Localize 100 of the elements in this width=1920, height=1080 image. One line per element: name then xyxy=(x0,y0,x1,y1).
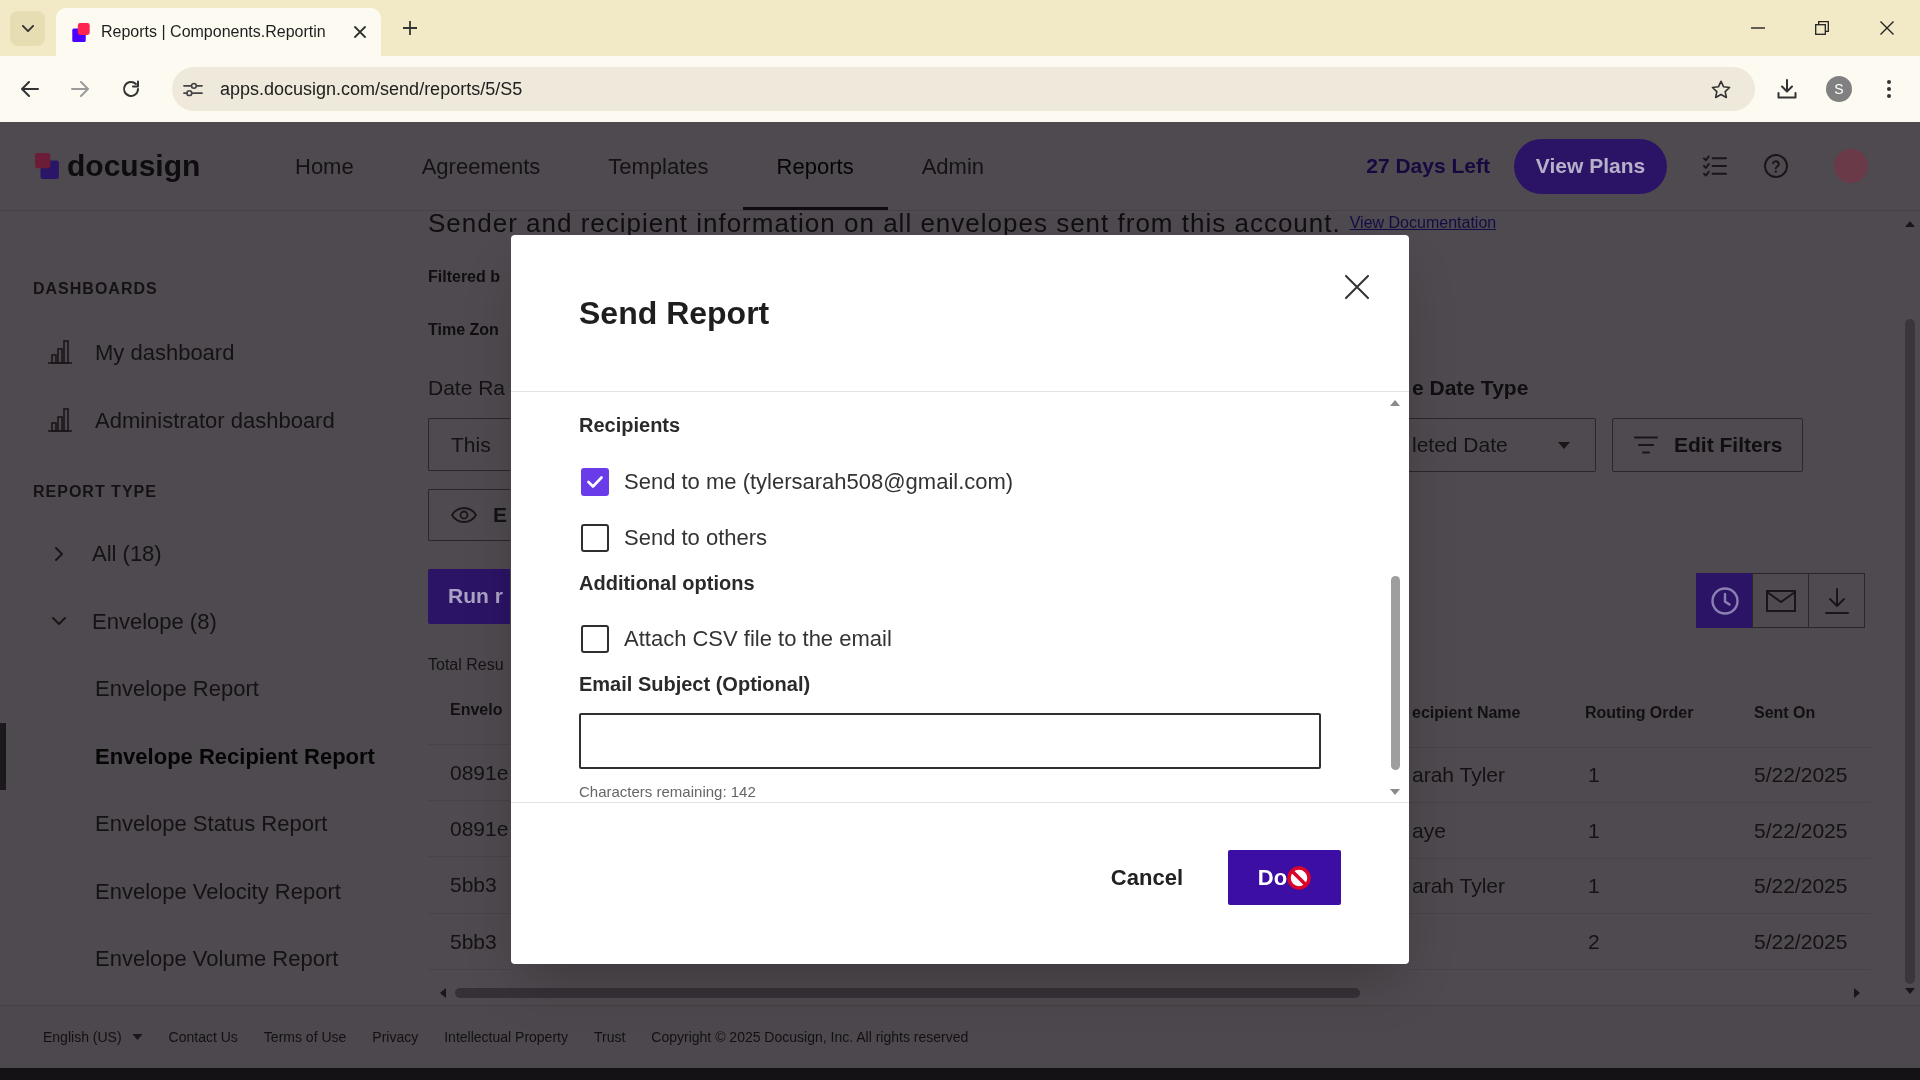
run-report-button[interactable]: Run r xyxy=(428,568,510,624)
table-cell-text: 1 xyxy=(1588,762,1600,789)
table-cell: 5bb3 xyxy=(428,913,510,970)
nav-tab[interactable]: Admin xyxy=(887,122,1018,210)
sidebar-item[interactable]: Envelope (8) xyxy=(0,587,395,655)
section-heading: Additional options xyxy=(579,571,755,595)
table-cell-text: 5/22/2025 xyxy=(1754,817,1848,844)
sidebar-item[interactable]: Envelope Volume Report xyxy=(0,925,395,993)
tune-icon[interactable] xyxy=(183,81,203,97)
edit-filters-button[interactable]: Edit Filters xyxy=(1612,418,1803,472)
table-cell: 0891e xyxy=(428,801,510,858)
footer-link[interactable]: Intellectual Property xyxy=(444,1026,568,1048)
sidebar-item[interactable]: My dashboard xyxy=(0,318,395,386)
chevron-right-icon xyxy=(55,546,63,561)
date-type-label: e Date Type xyxy=(1411,376,1529,400)
total-results-text: Total Resu xyxy=(428,654,504,675)
scroll-up-icon[interactable] xyxy=(1390,400,1400,406)
table-cell-text: 2 xyxy=(1588,928,1600,955)
close-icon[interactable] xyxy=(354,26,366,38)
not-allowed-cursor-icon xyxy=(1287,865,1312,890)
close-icon[interactable] xyxy=(1880,21,1894,35)
more-options-icon[interactable] xyxy=(1887,80,1891,98)
checkbox[interactable] xyxy=(581,468,609,496)
tab-search-button[interactable] xyxy=(10,10,45,46)
sidebar-item[interactable]: Envelope Report xyxy=(0,655,395,723)
trial-days-left: 27 Days Left xyxy=(1366,153,1490,180)
close-icon[interactable] xyxy=(1345,275,1369,299)
address-bar[interactable]: apps.docusign.com/send/reports/5/S5 xyxy=(172,67,1755,111)
filter-label: Filtered b xyxy=(428,267,500,287)
nav-tab[interactable]: Reports xyxy=(742,122,888,210)
scroll-down-icon[interactable] xyxy=(1390,789,1400,795)
table-cell: 0891e xyxy=(428,745,510,802)
table-cell-text: arah Tyler xyxy=(1412,762,1505,789)
sidebar-item[interactable]: All (18) xyxy=(0,520,395,588)
nav-tab[interactable]: Templates xyxy=(574,122,743,210)
scrollbar-thumb[interactable] xyxy=(455,988,1360,998)
cancel-button[interactable]: Cancel xyxy=(1110,850,1183,905)
bar-chart-icon xyxy=(48,340,72,364)
copyright-text: Copyright © 2025 Docusign, Inc. All rights reserved xyxy=(651,1027,969,1047)
browser-tab[interactable]: Reports | Components.Reportin xyxy=(56,8,381,56)
date-range-field[interactable]: This xyxy=(428,418,510,471)
sidebar-item[interactable]: Envelope Recipient Report xyxy=(0,722,395,790)
download-icon[interactable] xyxy=(1777,79,1797,99)
checklist-icon[interactable] xyxy=(1703,155,1727,177)
checkbox-label[interactable]: Attach CSV file to the email xyxy=(624,625,892,653)
table-cell-text: aye xyxy=(1412,817,1446,844)
envelope-icon xyxy=(1765,589,1796,612)
email-subject-field[interactable] xyxy=(579,713,1321,769)
table-cell-text: 5/22/2025 xyxy=(1754,873,1848,900)
sidebar-heading: REPORT TYPE xyxy=(33,482,157,502)
bar-chart-icon xyxy=(48,408,72,432)
view-plans-button[interactable]: View Plans xyxy=(1514,138,1667,194)
clock-icon xyxy=(1710,586,1739,615)
star-icon[interactable] xyxy=(1711,79,1731,99)
nav-tab[interactable]: Agreements xyxy=(387,122,575,210)
character-counter: Characters remaining: 142 xyxy=(579,783,756,801)
column-header: ecipient Name xyxy=(1412,703,1521,724)
time-zone-label: Time Zon xyxy=(428,320,499,340)
sidebar-item[interactable]: Envelope Velocity Report xyxy=(0,857,395,925)
schedule-button[interactable] xyxy=(1696,573,1753,628)
checkbox-label[interactable]: Send to others xyxy=(624,524,768,552)
checkbox[interactable] xyxy=(581,625,609,653)
nav-tab[interactable]: Home xyxy=(261,122,388,210)
plus-icon[interactable] xyxy=(403,21,417,35)
scrollbar-thumb[interactable] xyxy=(1390,576,1400,770)
eye-icon xyxy=(451,506,477,523)
profile-avatar[interactable]: S xyxy=(1826,76,1852,102)
sidebar-heading: DASHBOARDS xyxy=(33,279,158,299)
column-header: Envelo xyxy=(428,676,510,745)
table-cell-text: 5/22/2025 xyxy=(1754,928,1848,955)
table-cell-text: arah Tyler xyxy=(1412,873,1505,900)
date-range-label: Date Ra xyxy=(428,376,506,400)
view-button[interactable]: E xyxy=(428,488,510,541)
checkmark-icon xyxy=(587,476,603,488)
footer-link[interactable]: Trust xyxy=(593,1026,626,1048)
footer-link[interactable]: Privacy xyxy=(372,1026,419,1048)
done-button[interactable]: Do xyxy=(1228,850,1341,905)
logo-icon xyxy=(35,153,59,179)
download-icon xyxy=(1824,587,1849,614)
table-cell-text: 1 xyxy=(1588,873,1600,900)
forward-arrow-icon[interactable] xyxy=(71,81,89,97)
caret-down-icon xyxy=(1558,441,1570,449)
footer-link[interactable]: Terms of Use xyxy=(263,1026,347,1048)
report-description: Sender and recipient information on all envelopes sent from this account. xyxy=(428,211,1341,235)
field-label: Email Subject (Optional) xyxy=(579,672,811,696)
checkbox[interactable] xyxy=(581,524,609,552)
dialog-title: Send Report xyxy=(579,294,770,332)
view-documentation-link[interactable]: View Documentation xyxy=(1349,213,1497,233)
restore-icon[interactable] xyxy=(1815,21,1829,35)
section-heading: Recipients xyxy=(579,413,681,437)
sidebar-item[interactable]: Administrator dashboard xyxy=(0,386,395,454)
sidebar-item[interactable]: Envelope Status Report xyxy=(0,790,395,858)
back-arrow-icon[interactable] xyxy=(21,81,39,97)
reload-icon[interactable] xyxy=(122,80,140,98)
language-selector[interactable]: English (US) xyxy=(43,1026,143,1048)
checkbox-label[interactable]: Send to me (tylersarah508@gmail.com) xyxy=(624,468,1014,496)
footer-link[interactable]: Contact Us xyxy=(168,1026,238,1048)
table-cell-text: 1 xyxy=(1588,817,1600,844)
column-header: Routing Order xyxy=(1585,703,1694,724)
table-cell: 5bb3 xyxy=(428,857,510,914)
